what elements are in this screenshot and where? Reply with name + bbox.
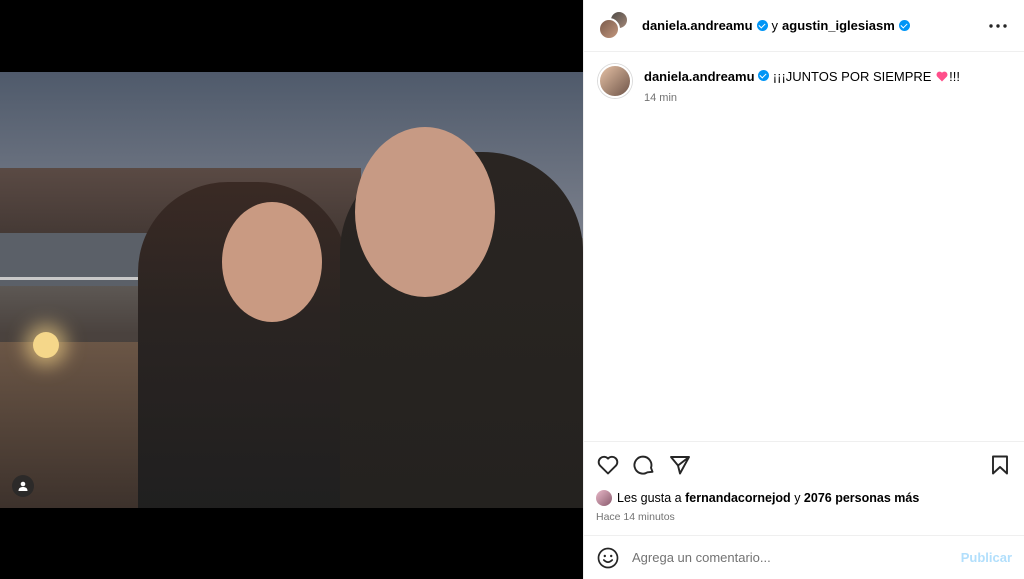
like-icon xyxy=(597,455,619,475)
comment-bar: Publicar xyxy=(584,535,1024,579)
liker-username-link[interactable]: fernandacornejod xyxy=(685,491,791,505)
post-photo[interactable] xyxy=(0,72,583,508)
more-options-icon xyxy=(989,23,1007,28)
caption-text: daniela.andreamu ¡¡¡JUNTOS POR SIEMPRE !… xyxy=(644,64,960,86)
caption-body-end: !!! xyxy=(949,69,960,84)
verified-icon xyxy=(756,20,768,31)
likes-count-link[interactable]: 2076 personas más xyxy=(804,491,919,505)
more-options-button[interactable] xyxy=(986,14,1010,38)
photo-face-woman xyxy=(222,202,322,322)
verified-icon xyxy=(758,70,770,81)
authors-connector: y xyxy=(771,18,779,33)
like-button[interactable] xyxy=(596,453,620,477)
collaborator-username-link[interactable]: agustin_iglesiasm xyxy=(782,18,895,33)
post-side-panel: daniela.andreamu y agustin_iglesiasm dan… xyxy=(583,0,1024,579)
photo-lamp xyxy=(33,332,59,358)
instagram-post-view: daniela.andreamu y agustin_iglesiasm dan… xyxy=(0,0,1024,579)
share-button[interactable] xyxy=(668,453,692,477)
caption: daniela.andreamu ¡¡¡JUNTOS POR SIEMPRE !… xyxy=(584,52,1024,104)
avatar-author xyxy=(598,17,620,40)
action-icons-row xyxy=(596,450,1012,480)
publish-button[interactable]: Publicar xyxy=(961,550,1012,565)
save-icon xyxy=(992,455,1008,475)
post-timestamp[interactable]: Hace 14 minutos xyxy=(596,511,1012,523)
post-media-area xyxy=(0,0,583,579)
comment-button[interactable] xyxy=(632,453,656,477)
user-tag-icon xyxy=(18,481,28,491)
likes-summary: Les gusta a fernandacornejod y 2076 pers… xyxy=(596,490,1012,506)
likes-prefix: Les gusta a xyxy=(617,491,682,505)
post-header: daniela.andreamu y agustin_iglesiasm xyxy=(584,0,1024,52)
save-button[interactable] xyxy=(988,453,1012,477)
likes-connector: y xyxy=(794,491,801,505)
caption-body-start: ¡¡¡JUNTOS POR SIEMPRE xyxy=(772,69,932,84)
author-username-link[interactable]: daniela.andreamu xyxy=(642,18,753,33)
comment-input[interactable] xyxy=(632,550,961,565)
caption-time: 14 min xyxy=(644,92,678,104)
post-actions: Les gusta a fernandacornejod y 2076 pers… xyxy=(584,441,1024,523)
photo-face-man xyxy=(355,127,495,297)
user-tag-button[interactable] xyxy=(12,475,34,497)
share-icon xyxy=(670,456,690,475)
verified-icon xyxy=(898,20,910,31)
heart-icon xyxy=(936,71,948,82)
emoji-icon xyxy=(597,547,619,568)
caption-avatar[interactable] xyxy=(598,64,632,98)
post-authors: daniela.andreamu y agustin_iglesiasm xyxy=(642,18,910,33)
caption-username-link[interactable]: daniela.andreamu xyxy=(644,69,755,84)
liker-avatar[interactable] xyxy=(596,490,612,506)
comment-icon xyxy=(633,455,654,475)
emoji-button[interactable] xyxy=(596,546,620,570)
collab-avatars[interactable] xyxy=(598,9,630,42)
